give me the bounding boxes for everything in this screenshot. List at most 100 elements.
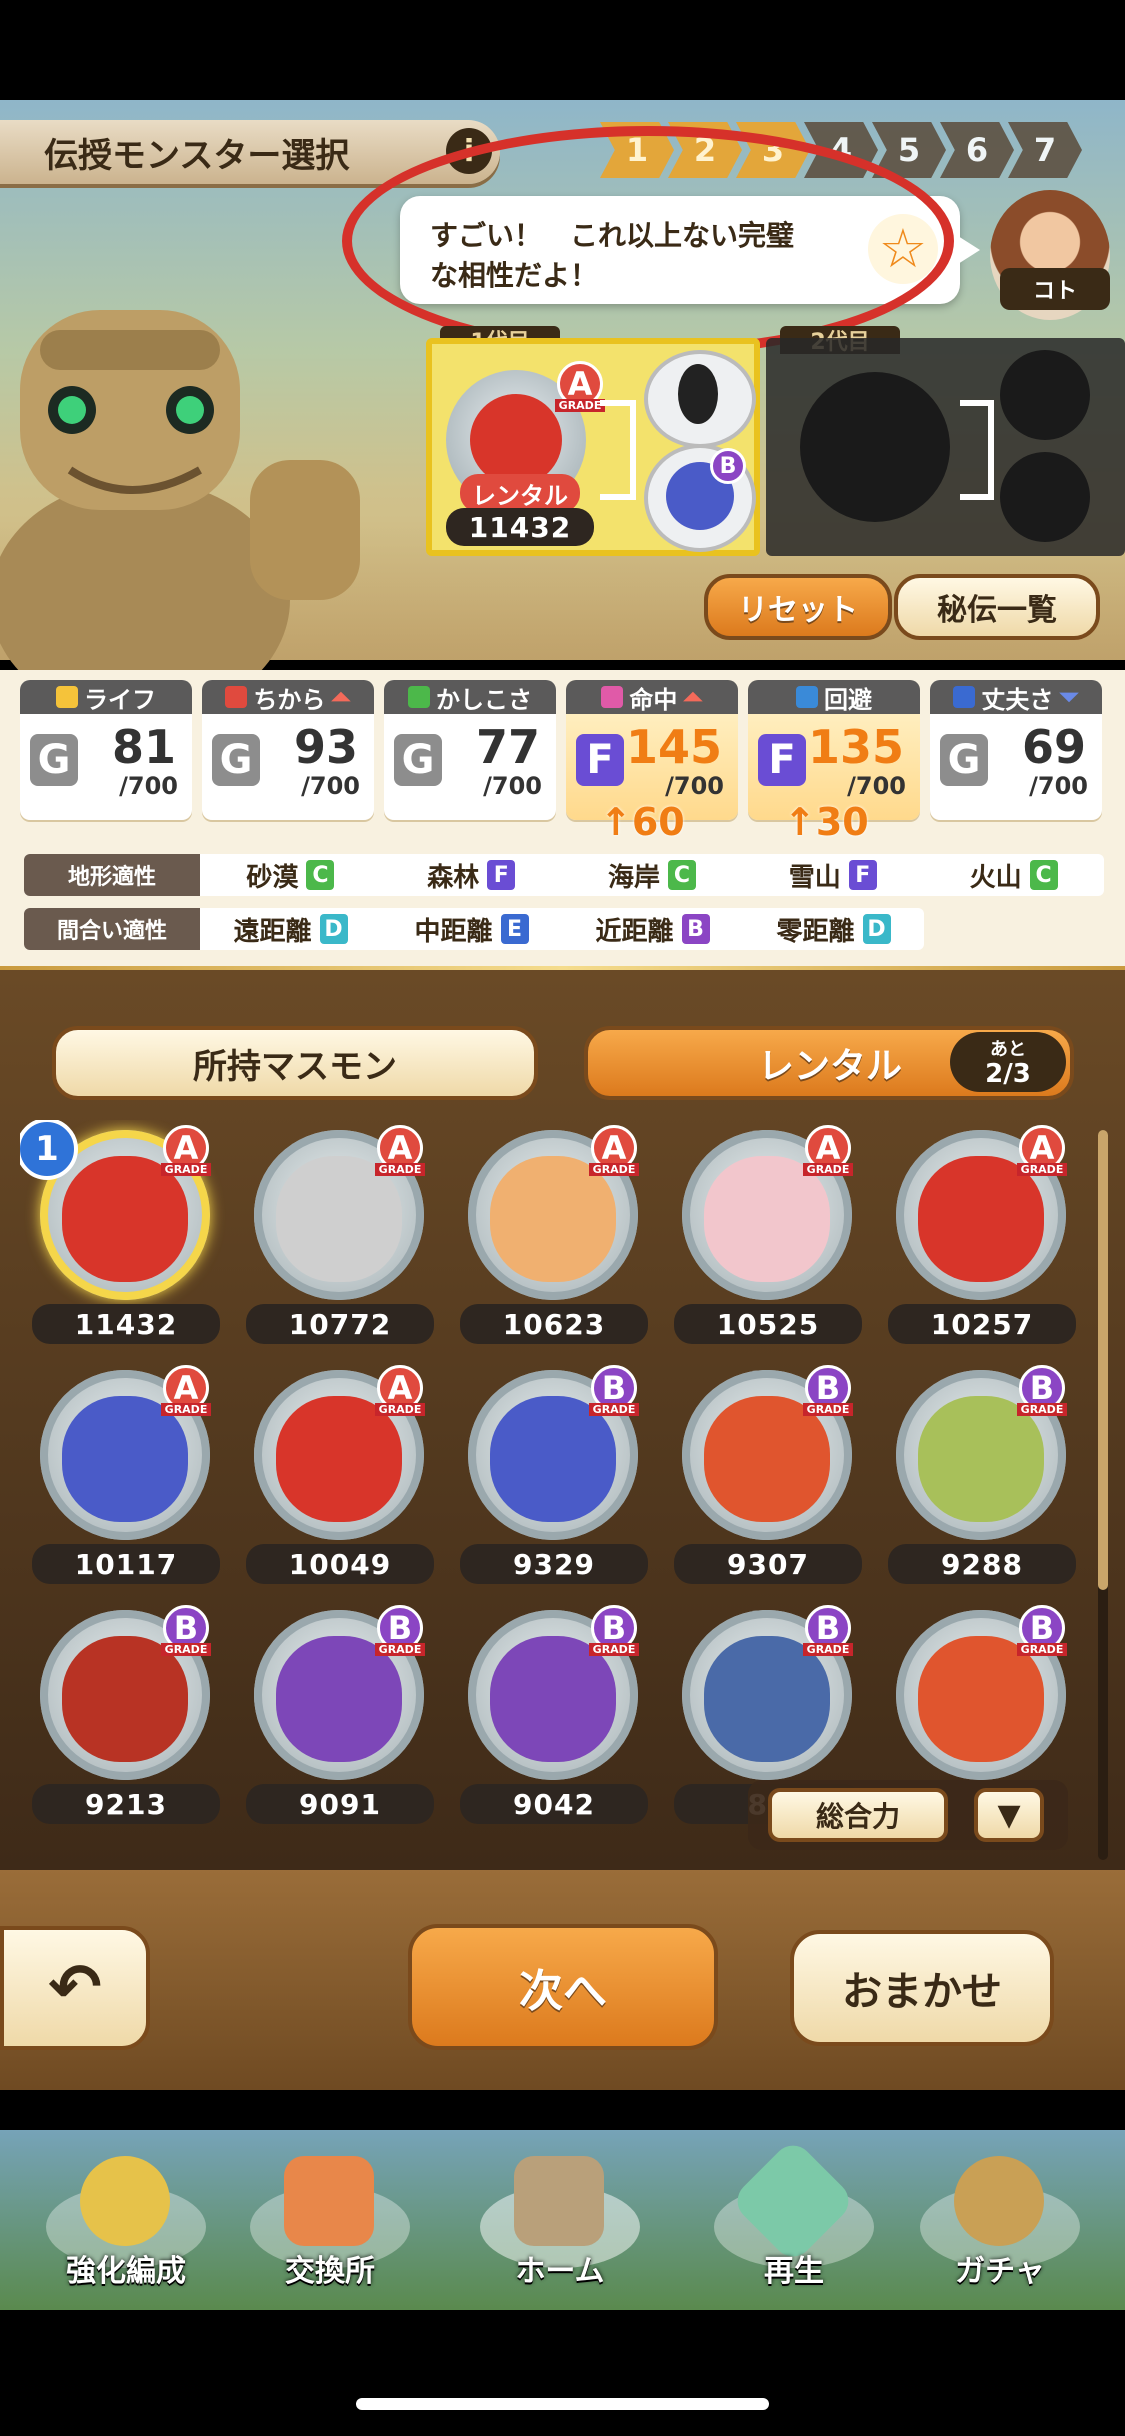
step-7: 7 xyxy=(1008,122,1082,178)
terrain-aptitude-row: 地形適性 砂漠 C 森林 F 海岸 C 雪山 F 火山 C xyxy=(24,854,1104,896)
grade-badge: A GRADE xyxy=(1016,1124,1068,1176)
evade-icon xyxy=(796,686,818,708)
grade-badge: A GRADE xyxy=(588,1124,640,1176)
pedigree-bracket-1 xyxy=(600,400,636,500)
monster-power: 10623 xyxy=(460,1304,648,1344)
monster-power: 9213 xyxy=(32,1784,220,1824)
robot-monster-image xyxy=(0,310,360,680)
monster-card[interactable]: A GRADE 10257 xyxy=(876,1120,1076,1350)
secret-list-button[interactable]: 秘伝一覧 xyxy=(894,574,1100,640)
grandparent-top-avatar xyxy=(644,350,756,448)
pedigree-main-number: 11432 xyxy=(446,508,594,546)
monster-power: 9329 xyxy=(460,1544,648,1584)
down-arrow-icon: ⏷ xyxy=(1059,683,1079,711)
heart-icon xyxy=(56,686,78,708)
tab-owned-monsters[interactable]: 所持マスモン xyxy=(52,1026,538,1100)
pedigree-bracket-2 xyxy=(960,400,994,500)
monster-power: 10257 xyxy=(888,1304,1076,1344)
grade-badge: B GRADE xyxy=(160,1604,212,1656)
grade-badge: B GRADE xyxy=(802,1604,854,1656)
enhance-icon xyxy=(80,2156,170,2246)
monster-power: 11432 xyxy=(32,1304,220,1344)
highlight-ring xyxy=(342,126,954,356)
sort-bar: 総合力 ▼ xyxy=(748,1780,1068,1850)
up-arrow-icon: ⏶ xyxy=(331,683,351,711)
grade-badge: B GRADE xyxy=(588,1364,640,1416)
stat-wisdom: かしこさ G 77 /700 xyxy=(384,680,556,820)
monster-card[interactable]: A GRADE 10117 xyxy=(20,1360,220,1590)
scrollbar[interactable] xyxy=(1098,1130,1108,1860)
monster-card[interactable]: B GRADE 9329 xyxy=(448,1360,648,1590)
gen2-empty-grandparent-bottom xyxy=(1000,452,1090,542)
gen2-empty-grandparent-top xyxy=(1000,350,1090,440)
monster-card[interactable]: A GRADE 10525 xyxy=(662,1120,862,1350)
monster-card[interactable]: A GRADE 10623 xyxy=(448,1120,648,1350)
monster-power: 9288 xyxy=(888,1544,1076,1584)
distance-aptitude-row: 間合い適性 遠距離 D 中距離 E 近距離 B 零距離 D xyxy=(24,908,924,950)
gen2-empty-slot xyxy=(800,372,950,522)
nav-gacha[interactable]: ガチャ xyxy=(900,2148,1100,2294)
back-button[interactable]: ↶ xyxy=(0,1926,150,2050)
stat-toughness: 丈夫さ ⏷ G 69 /700 xyxy=(930,680,1102,820)
monster-power: 9042 xyxy=(460,1784,648,1824)
windmill-icon xyxy=(514,2156,604,2246)
pedigree-main-grade: A GRADE xyxy=(554,360,606,412)
stat-life: ライフ G 81 /700 xyxy=(20,680,192,820)
nav-regenerate[interactable]: 再生 xyxy=(694,2137,894,2294)
rental-remaining-badge: あと 2/3 xyxy=(950,1032,1066,1092)
accuracy-boost: ↑60 xyxy=(600,800,685,844)
page-title: 伝授モンスター選択 xyxy=(44,135,350,176)
monster-power: 9091 xyxy=(246,1784,434,1824)
shield-icon xyxy=(953,686,976,708)
sort-order-button[interactable]: ▼ xyxy=(974,1788,1044,1842)
target-icon xyxy=(601,686,624,708)
step-6: 6 xyxy=(940,122,1014,178)
monster-power: 10772 xyxy=(246,1304,434,1344)
book-icon xyxy=(408,686,430,708)
scrollbar-thumb[interactable] xyxy=(1098,1130,1108,1590)
grade-badge: B GRADE xyxy=(1016,1364,1068,1416)
grade-badge: B GRADE xyxy=(1016,1604,1068,1656)
nav-enhance[interactable]: 強化編成 xyxy=(26,2148,226,2294)
grade-badge: B GRADE xyxy=(374,1604,426,1656)
grade-badge: B GRADE xyxy=(802,1364,854,1416)
grade-badge: A GRADE xyxy=(160,1124,212,1176)
fist-icon xyxy=(225,686,248,708)
advisor-name-tag: コト xyxy=(1000,268,1110,310)
grade-badge: B GRADE xyxy=(588,1604,640,1656)
monster-card[interactable]: B GRADE 9288 xyxy=(876,1360,1076,1590)
grandparent-bottom-grade: B xyxy=(704,440,752,492)
stat-accuracy: 命中 ⏶ F 145 /700 xyxy=(566,680,738,820)
reset-button[interactable]: リセット xyxy=(704,574,892,640)
grade-badge: A GRADE xyxy=(160,1364,212,1416)
home-indicator xyxy=(356,2398,769,2410)
grade-badge: A GRADE xyxy=(374,1364,426,1416)
monster-power: 10049 xyxy=(246,1544,434,1584)
monster-card[interactable]: B GRADE 9307 xyxy=(662,1360,862,1590)
stat-power: ちから ⏶ G 93 /700 xyxy=(202,680,374,820)
sort-button[interactable]: 総合力 xyxy=(768,1788,948,1842)
monster-card[interactable]: A GRADE 11432 1 xyxy=(20,1120,220,1350)
monster-power: 9307 xyxy=(674,1544,862,1584)
monster-card[interactable]: A GRADE 10772 xyxy=(234,1120,434,1350)
monster-grid: A GRADE 11432 1 A GRADE 10772 A GRADE 10623 A GRADE… xyxy=(20,1120,1100,1840)
grade-badge: A GRADE xyxy=(802,1124,854,1176)
stat-evasion: 回避 F 135 /700 xyxy=(748,680,920,820)
shop-icon xyxy=(284,2156,374,2246)
monster-card[interactable]: B GRADE 9213 xyxy=(20,1600,220,1830)
rental-tag: レンタル xyxy=(460,474,580,512)
gacha-icon xyxy=(954,2156,1044,2246)
nav-exchange[interactable]: 交換所 xyxy=(230,2148,430,2294)
auto-button[interactable]: おまかせ xyxy=(790,1930,1054,2046)
grade-badge: A GRADE xyxy=(374,1124,426,1176)
monster-power: 10117 xyxy=(32,1544,220,1584)
monster-power: 10525 xyxy=(674,1304,862,1344)
monster-card[interactable]: B GRADE 9042 xyxy=(448,1600,648,1830)
monster-card[interactable]: B GRADE 9091 xyxy=(234,1600,434,1830)
evasion-boost: ↑30 xyxy=(784,800,869,844)
nav-home[interactable]: ホーム xyxy=(460,2148,660,2294)
next-button[interactable]: 次へ xyxy=(408,1924,718,2050)
tab-rental-label: レンタル xyxy=(758,1046,903,1087)
up-arrow-icon: ⏶ xyxy=(683,683,703,711)
monster-card[interactable]: A GRADE 10049 xyxy=(234,1360,434,1590)
